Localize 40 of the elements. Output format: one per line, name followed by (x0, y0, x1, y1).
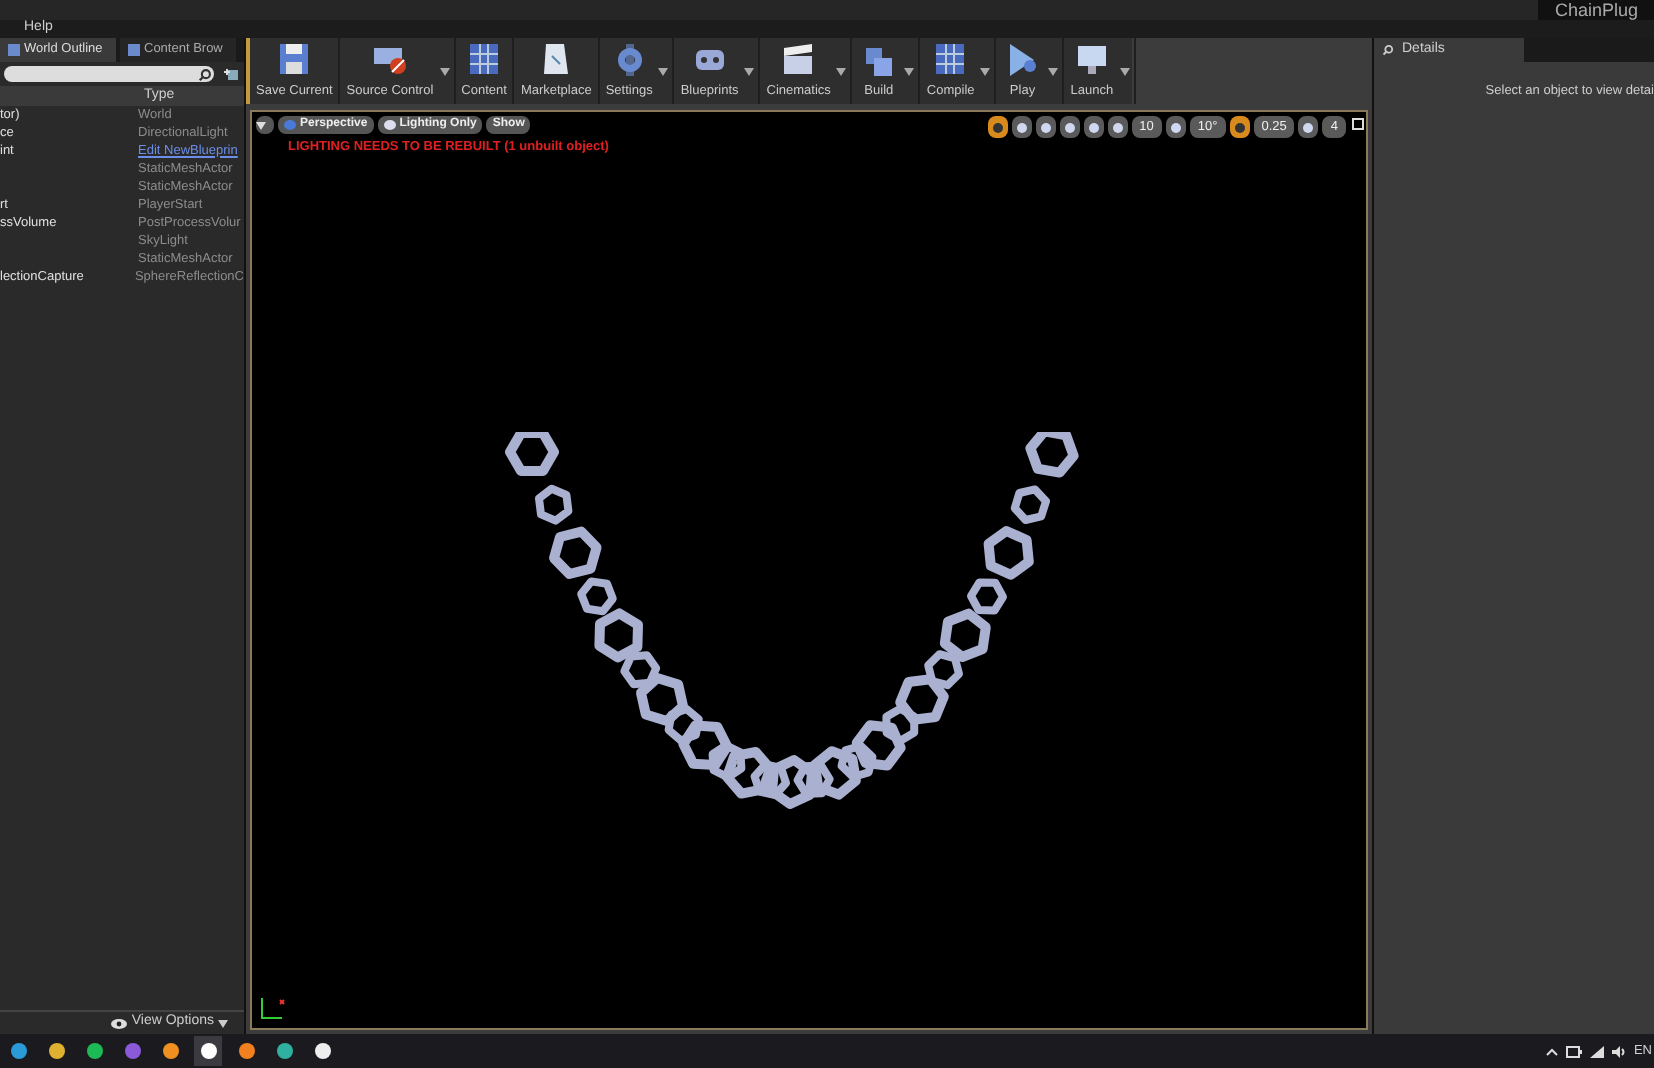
dropdown-caret-icon[interactable] (980, 67, 991, 75)
dropdown-caret-icon[interactable] (1048, 67, 1059, 75)
taskbar-app-icon[interactable] (194, 1036, 222, 1066)
search-icon (1382, 44, 1394, 56)
axis-gizmo-icon (258, 996, 286, 1020)
dropdown-caret-icon[interactable] (836, 67, 847, 75)
viewport-tool-button[interactable] (1011, 116, 1032, 138)
viewport-tool-button[interactable] (1035, 116, 1056, 138)
viewport-tool-button[interactable] (1298, 116, 1319, 138)
tab-icon (8, 44, 20, 56)
battery-icon[interactable] (1565, 1045, 1582, 1057)
eye-icon (109, 1017, 128, 1029)
viewport-tool-button[interactable] (1229, 116, 1250, 138)
tab-icon (128, 44, 140, 56)
viewport-tool-button[interactable] (1165, 116, 1186, 138)
search-icon (198, 67, 212, 81)
tool-icon (1169, 121, 1182, 133)
caret-icon (256, 121, 266, 129)
dropdown-caret-icon[interactable] (658, 67, 669, 75)
search-field[interactable] (4, 66, 214, 82)
viewport-tool-button[interactable] (1083, 116, 1104, 138)
tool-icon (1302, 121, 1315, 133)
bulb-icon (383, 120, 396, 130)
tool-icon (1233, 121, 1246, 133)
viewport-tool-button[interactable] (1107, 116, 1128, 138)
maximize-icon[interactable] (1352, 118, 1364, 130)
dropdown-caret-icon[interactable] (904, 67, 915, 75)
dropdown-caret-icon[interactable] (744, 67, 755, 75)
wifi-icon[interactable] (1589, 1045, 1604, 1057)
caret-icon (218, 1019, 228, 1027)
viewport-tool-button[interactable] (1059, 116, 1080, 138)
window-title: ChainPlug (1538, 0, 1654, 20)
dropdown-caret-icon[interactable] (1119, 67, 1130, 75)
add-actor-icon[interactable] (222, 66, 240, 82)
viewport-tool-button[interactable] (987, 116, 1008, 138)
speaker-icon[interactable] (1611, 1045, 1626, 1057)
chevron-up-icon[interactable] (1545, 1047, 1558, 1055)
camera-icon (284, 120, 296, 130)
dropdown-caret-icon[interactable] (439, 67, 450, 75)
viewport-menu-button[interactable] (256, 116, 274, 134)
